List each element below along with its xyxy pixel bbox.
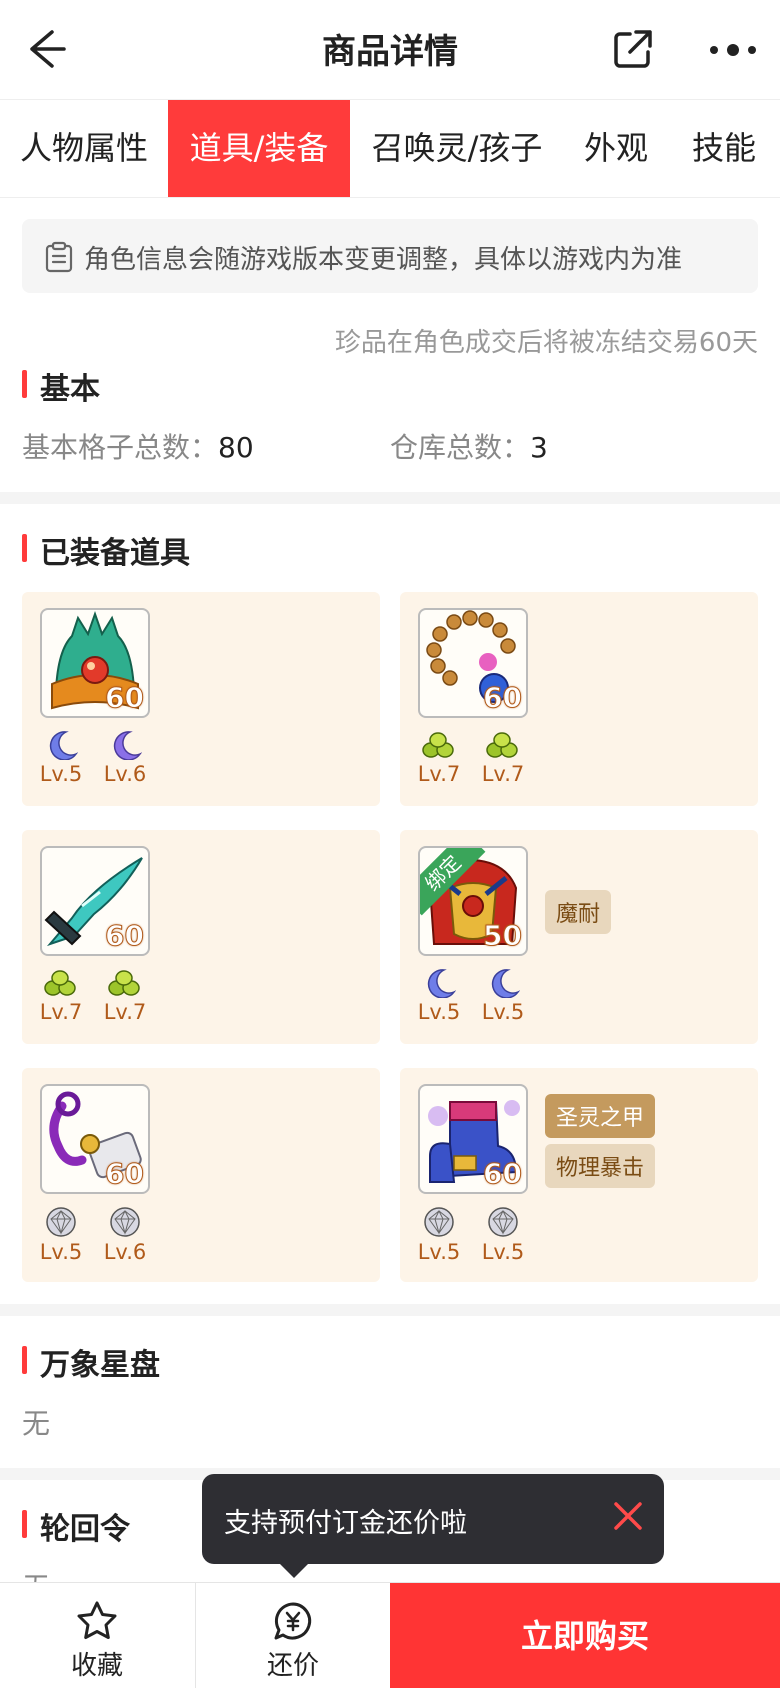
bargain-toast: 支持预付订金还价啦 <box>202 1474 664 1578</box>
clipboard-icon <box>45 241 73 273</box>
belt-icon[interactable]: 60 <box>40 1084 150 1194</box>
tab-appearance[interactable]: 外观 <box>564 100 668 197</box>
yuan-chat-icon <box>274 1602 312 1640</box>
helmet-icon[interactable]: 60 <box>40 608 150 718</box>
grid-count: 基本格子总数：80 <box>22 426 254 466</box>
gem-slot: Lv.5 <box>36 730 86 786</box>
tab-character-attributes[interactable]: 人物属性 <box>0 100 168 197</box>
warehouse-count-label: 仓库总数： <box>390 431 531 464</box>
armor-icon[interactable]: 绑定 50 <box>418 846 528 956</box>
moon-gem-icon <box>113 731 142 760</box>
bargain-label: 还价 <box>266 1651 319 1681</box>
gem-level: Lv.6 <box>103 762 147 786</box>
toast-text: 支持预付订金还价啦 <box>224 1508 467 1539</box>
diamond-gem-icon <box>46 1207 76 1237</box>
diamond-gem-icon <box>110 1207 140 1237</box>
green-gem-icon <box>44 970 76 996</box>
gem-level: Lv.7 <box>39 1000 83 1024</box>
gem-slot: Lv.6 <box>100 1206 150 1264</box>
tab-skills[interactable]: 技能 <box>668 100 780 197</box>
diamond-gem-icon <box>424 1207 454 1237</box>
equipment-card[interactable]: 60 Lv.7 Lv.7 <box>400 592 758 806</box>
equipment-card[interactable]: 60 圣灵之甲 物理暴击 Lv.5 Lv.5 <box>400 1068 758 1282</box>
gem-level: Lv.5 <box>39 762 83 786</box>
more-icon[interactable] <box>706 26 760 74</box>
gem-level: Lv.5 <box>39 1240 83 1264</box>
tab-summons-children[interactable]: 召唤灵/孩子 <box>350 100 564 197</box>
gem-slot: Lv.5 <box>36 1206 86 1264</box>
gem-slot: Lv.5 <box>414 1206 464 1264</box>
section-divider <box>0 492 780 504</box>
green-gem-icon <box>486 732 518 758</box>
bargain-button[interactable]: 还价 <box>196 1583 390 1688</box>
gem-level: Lv.7 <box>103 1000 147 1024</box>
grid-count-value: 80 <box>218 431 254 464</box>
section-title-star-disk: 万象星盘 <box>22 1340 160 1384</box>
item-level: 60 <box>483 1157 523 1191</box>
moon-gem-icon <box>427 969 456 998</box>
gem-slot: Lv.7 <box>414 730 464 786</box>
necklace-icon[interactable]: 60 <box>418 608 528 718</box>
moon-gem-icon <box>49 731 78 760</box>
weapon-icon[interactable]: 60 <box>40 846 150 956</box>
grid-count-label: 基本格子总数： <box>22 431 219 464</box>
star-icon <box>77 1601 117 1639</box>
freeze-note: 珍品在角色成交后将被冻结交易60天 <box>334 328 758 358</box>
gem-slot: Lv.7 <box>100 968 150 1024</box>
item-level: 60 <box>483 681 523 715</box>
item-level: 60 <box>105 681 145 715</box>
info-notice: 角色信息会随游戏版本变更调整，具体以游戏内为准 <box>22 219 758 293</box>
tab-items-equipment[interactable]: 道具/装备 <box>168 100 350 197</box>
section-title-equipped: 已装备道具 <box>22 528 190 572</box>
share-icon[interactable] <box>608 26 656 74</box>
gem-slot: Lv.5 <box>478 968 528 1024</box>
gem-level: Lv.6 <box>103 1240 147 1264</box>
section-title-reincarnation: 轮回令 <box>22 1504 130 1548</box>
equipment-card[interactable]: 60 Lv.5 Lv.6 <box>22 592 380 806</box>
gem-level: Lv.5 <box>481 1240 525 1264</box>
attribute-tag: 魔耐 <box>545 890 612 934</box>
top-nav-bar: 商品详情 <box>0 0 780 100</box>
buy-now-button[interactable]: 立即购买 <box>390 1583 780 1688</box>
category-tabs: 人物属性 道具/装备 召唤灵/孩子 外观 技能 <box>0 100 780 198</box>
equipment-card[interactable]: 绑定 50 魔耐 Lv.5 Lv.5 <box>400 830 758 1044</box>
item-level: 60 <box>105 919 145 953</box>
boots-icon[interactable]: 60 <box>418 1084 528 1194</box>
page-title: 商品详情 <box>322 32 458 72</box>
gem-level: Lv.5 <box>481 1000 525 1024</box>
green-gem-icon <box>422 732 454 758</box>
gem-level: Lv.7 <box>481 762 525 786</box>
gem-slot: Lv.7 <box>36 968 86 1024</box>
item-level: 50 <box>483 919 523 953</box>
warehouse-count: 仓库总数：3 <box>390 426 548 466</box>
gem-level: Lv.5 <box>417 1000 461 1024</box>
section-title-basic: 基本 <box>22 364 100 408</box>
gem-slot: Lv.5 <box>478 1206 528 1264</box>
favorite-label: 收藏 <box>70 1651 123 1681</box>
item-level: 60 <box>105 1157 145 1191</box>
favorite-button[interactable]: 收藏 <box>0 1583 194 1688</box>
moon-gem-icon <box>491 969 520 998</box>
equipment-card[interactable]: 60 Lv.7 Lv.7 <box>22 830 380 1044</box>
diamond-gem-icon <box>488 1207 518 1237</box>
gem-slot: Lv.6 <box>100 730 150 786</box>
warehouse-count-value: 3 <box>530 431 548 464</box>
gem-slot: Lv.5 <box>414 968 464 1024</box>
gem-level: Lv.7 <box>417 762 461 786</box>
notice-text: 角色信息会随游戏版本变更调整，具体以游戏内为准 <box>84 245 683 275</box>
gem-slot: Lv.7 <box>478 730 528 786</box>
equipment-card[interactable]: 60 Lv.5 Lv.6 <box>22 1068 380 1282</box>
close-icon[interactable] <box>606 1494 650 1538</box>
section-divider <box>0 1304 780 1316</box>
attribute-tag: 圣灵之甲 <box>545 1094 656 1138</box>
star-disk-value: 无 <box>22 1407 51 1440</box>
attribute-tag: 物理暴击 <box>545 1144 656 1188</box>
gem-level: Lv.5 <box>417 1240 461 1264</box>
green-gem-icon <box>108 970 140 996</box>
bottom-action-bar: 收藏 还价 立即购买 <box>0 1582 780 1688</box>
